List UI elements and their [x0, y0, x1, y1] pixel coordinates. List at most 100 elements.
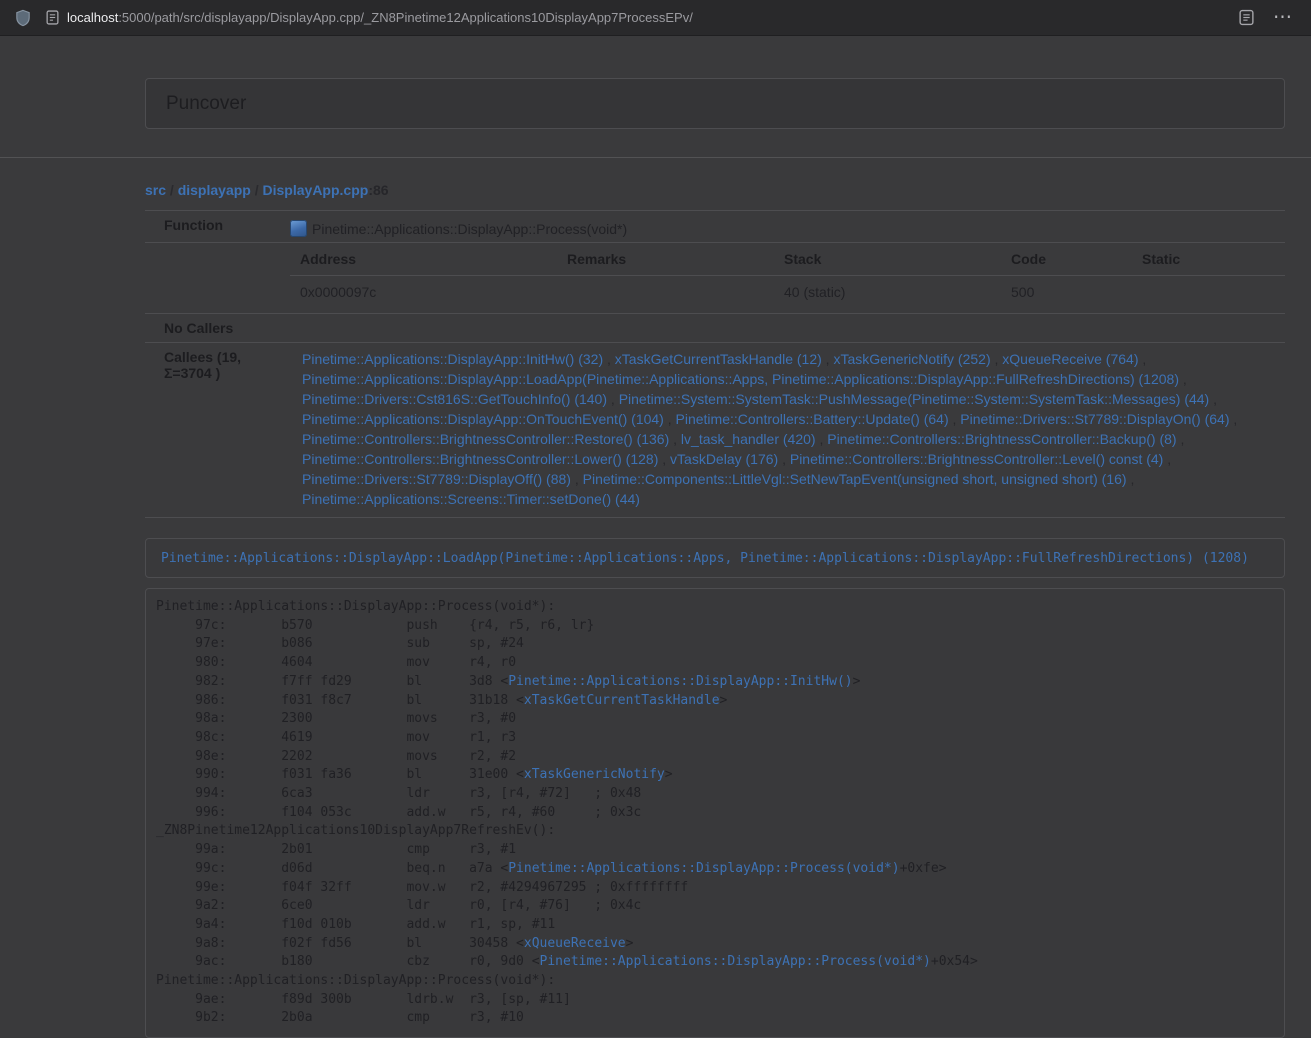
- callee-separator: ,: [1127, 471, 1135, 487]
- callee-separator: ,: [571, 471, 583, 487]
- highlight-panel: Pinetime::Applications::DisplayApp::Load…: [145, 538, 1285, 578]
- no-callers-row: No Callers: [145, 314, 1285, 343]
- callee-separator: ,: [607, 391, 619, 407]
- code-line: 9b2: 2b0a cmp r3, #10: [156, 1009, 1274, 1028]
- column-stack: Stack: [774, 243, 1001, 276]
- code-line: 990: f031 fa36 bl 31e00 <xTaskGenericNot…: [156, 766, 1274, 785]
- callee-link[interactable]: Pinetime::Drivers::Cst816S::GetTouchInfo…: [302, 391, 607, 407]
- shield-icon[interactable]: [14, 9, 32, 27]
- code-line: 996: f104 053c add.w r5, r4, #60 ; 0x3c: [156, 804, 1274, 823]
- address-value: 0x0000097c: [290, 276, 557, 314]
- code-symbol-link[interactable]: Pinetime::Applications::DisplayApp::Proc…: [540, 954, 931, 969]
- remarks-value: [557, 276, 774, 314]
- callee-separator: ,: [1138, 351, 1146, 367]
- url-path: :5000/path/src/displayapp/DisplayApp.cpp…: [118, 10, 693, 25]
- highlighted-symbol-link[interactable]: Pinetime::Applications::DisplayApp::Load…: [161, 551, 1249, 566]
- callee-link[interactable]: Pinetime::Drivers::St7789::DisplayOn() (…: [960, 411, 1229, 427]
- breadcrumb-link-src[interactable]: src: [145, 182, 166, 198]
- function-row: Function Pinetime::Applications::Display…: [145, 211, 1285, 243]
- callee-link[interactable]: lv_task_handler (420): [681, 431, 816, 447]
- callee-separator: ,: [669, 431, 681, 447]
- code-symbol-link[interactable]: Pinetime::Applications::DisplayApp::Proc…: [508, 861, 899, 876]
- more-button[interactable]: ⋯: [1273, 8, 1293, 27]
- code-line: Pinetime::Applications::DisplayApp::Proc…: [156, 972, 1274, 991]
- callee-separator: ,: [1209, 391, 1217, 407]
- code-line: 97c: b570 push {r4, r5, r6, lr}: [156, 617, 1274, 636]
- callee-link[interactable]: Pinetime::Components::LittleVgl::SetNewT…: [583, 471, 1127, 487]
- callees-row: Callees (19, Σ=3704 ) Pinetime::Applicat…: [145, 343, 1285, 518]
- code-line: 99e: f04f 32ff mov.w r2, #4294967295 ; 0…: [156, 879, 1274, 898]
- callee-separator: ,: [1179, 371, 1187, 387]
- static-value: [1132, 276, 1285, 314]
- callee-link[interactable]: Pinetime::Controllers::BrightnessControl…: [790, 451, 1163, 467]
- callee-separator: ,: [778, 451, 790, 467]
- metrics-row: Address Remarks Stack Code Static 0x0000…: [145, 243, 1285, 314]
- metrics-table: Address Remarks Stack Code Static 0x0000…: [290, 243, 1285, 313]
- callee-link[interactable]: xQueueReceive (764): [1002, 351, 1138, 367]
- callee-separator: ,: [1230, 411, 1238, 427]
- code-symbol-link[interactable]: Pinetime::Applications::DisplayApp::Init…: [508, 674, 852, 689]
- callee-link[interactable]: Pinetime::Controllers::BrightnessControl…: [302, 431, 669, 447]
- breadcrumb-separator: /: [251, 182, 263, 198]
- breadcrumb-separator: /: [166, 182, 178, 198]
- function-table: Function Pinetime::Applications::Display…: [145, 210, 1285, 518]
- code-line: 99a: 2b01 cmp r3, #1: [156, 841, 1274, 860]
- url-host: localhost: [67, 10, 118, 25]
- callee-separator: ,: [822, 351, 834, 367]
- code-line: 982: f7ff fd29 bl 3d8 <Pinetime::Applica…: [156, 673, 1274, 692]
- code-line: 99c: d06d beq.n a7a <Pinetime::Applicati…: [156, 860, 1274, 879]
- callees-label: Callees (19, Σ=3704 ): [145, 343, 290, 518]
- column-remarks: Remarks: [557, 243, 774, 276]
- divider: [0, 157, 1311, 158]
- callee-link[interactable]: Pinetime::Drivers::St7789::DisplayOff() …: [302, 471, 571, 487]
- breadcrumb-link-displayapp[interactable]: displayapp: [178, 182, 251, 198]
- reader-mode-icon[interactable]: [1238, 9, 1255, 26]
- function-label: Function: [145, 211, 290, 243]
- callee-separator: ,: [658, 451, 670, 467]
- callee-link[interactable]: xTaskGenericNotify (252): [833, 351, 990, 367]
- callee-link[interactable]: Pinetime::Applications::Screens::Timer::…: [302, 491, 640, 507]
- callee-link[interactable]: Pinetime::Controllers::BrightnessControl…: [302, 451, 658, 467]
- url-text: localhost:5000/path/src/displayapp/Displ…: [67, 10, 693, 25]
- code-value: 500: [1001, 276, 1132, 314]
- callee-link[interactable]: Pinetime::System::SystemTask::PushMessag…: [619, 391, 1210, 407]
- code-line: 97e: b086 sub sp, #24: [156, 635, 1274, 654]
- callee-link[interactable]: Pinetime::Applications::DisplayApp::OnTo…: [302, 411, 664, 427]
- column-address: Address: [290, 243, 557, 276]
- function-name: Pinetime::Applications::DisplayApp::Proc…: [312, 221, 627, 237]
- callee-link[interactable]: Pinetime::Applications::DisplayApp::Init…: [302, 351, 603, 367]
- code-symbol-link[interactable]: xTaskGenericNotify: [524, 767, 665, 782]
- callee-link[interactable]: vTaskDelay (176): [670, 451, 778, 467]
- callee-separator: ,: [1163, 451, 1171, 467]
- breadcrumb-line-number: :86: [368, 182, 388, 198]
- code-line: _ZN8Pinetime12Applications10DisplayApp7R…: [156, 822, 1274, 841]
- column-static: Static: [1132, 243, 1285, 276]
- callee-link[interactable]: xTaskGetCurrentTaskHandle (12): [615, 351, 822, 367]
- callee-separator: ,: [949, 411, 961, 427]
- callee-link[interactable]: Pinetime::Controllers::Battery::Update()…: [676, 411, 949, 427]
- code-line: 980: 4604 mov r4, r0: [156, 654, 1274, 673]
- code-line: Pinetime::Applications::DisplayApp::Proc…: [156, 598, 1274, 617]
- metrics-values-row: 0x0000097c 40 (static) 500: [290, 276, 1285, 314]
- code-line: 9a8: f02f fd56 bl 30458 <xQueueReceive>: [156, 935, 1274, 954]
- address-bar[interactable]: localhost:5000/path/src/displayapp/Displ…: [46, 10, 1224, 25]
- code-symbol-link[interactable]: xQueueReceive: [524, 936, 626, 951]
- symbol-type-icon: [290, 220, 307, 237]
- page-icon: [46, 10, 59, 25]
- code-line: 9a4: f10d 010b add.w r1, sp, #11: [156, 916, 1274, 935]
- code-symbol-link[interactable]: xTaskGetCurrentTaskHandle: [524, 693, 720, 708]
- code-line: 98c: 4619 mov r1, r3: [156, 729, 1274, 748]
- callee-link[interactable]: Pinetime::Applications::DisplayApp::Load…: [302, 371, 1179, 387]
- callee-separator: ,: [603, 351, 615, 367]
- code-line: 986: f031 f8c7 bl 31b18 <xTaskGetCurrent…: [156, 692, 1274, 711]
- page-title: Puncover: [166, 93, 246, 115]
- callee-separator: ,: [816, 431, 828, 447]
- app-header: Puncover: [145, 78, 1285, 129]
- code-line: 9a2: 6ce0 ldr r0, [r4, #76] ; 0x4c: [156, 897, 1274, 916]
- code-line: 9ac: b180 cbz r0, 9d0 <Pinetime::Applica…: [156, 953, 1274, 972]
- callee-link[interactable]: Pinetime::Controllers::BrightnessControl…: [827, 431, 1176, 447]
- callee-separator: ,: [991, 351, 1003, 367]
- code-line: 98a: 2300 movs r3, #0: [156, 710, 1274, 729]
- code-line: 98e: 2202 movs r2, #2: [156, 748, 1274, 767]
- breadcrumb-link-file[interactable]: DisplayApp.cpp: [263, 182, 369, 198]
